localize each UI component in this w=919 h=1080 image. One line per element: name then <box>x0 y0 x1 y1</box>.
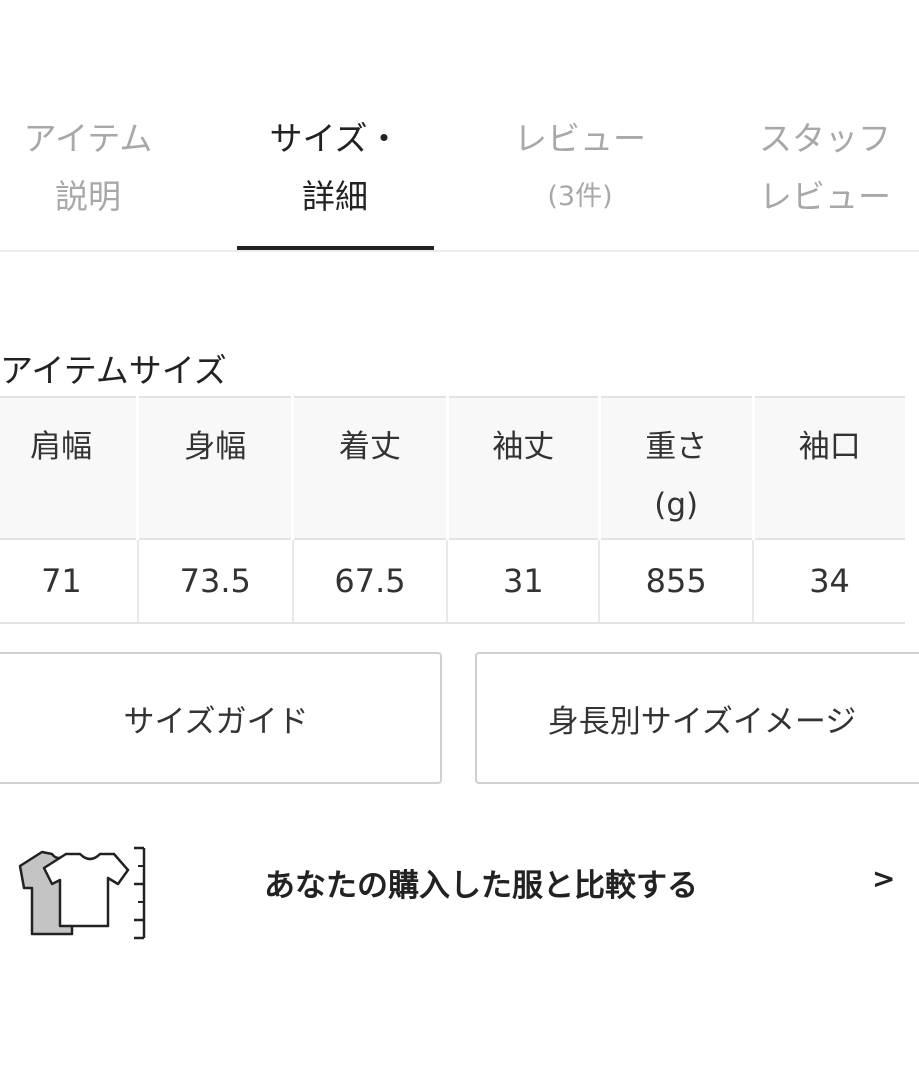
tab-item-description[interactable]: アイテム 説明 <box>18 110 158 226</box>
compare-label: あなたの購入した服と比較する <box>264 868 698 904</box>
compare-with-purchased-link[interactable]: あなたの購入した服と比較する > <box>0 820 919 945</box>
value-sleeve-length: 31 <box>446 539 600 624</box>
size-table-value-row: 71 73.5 67.5 31 855 34 <box>0 539 905 624</box>
tab-reviews-label: レビュー <box>514 119 646 158</box>
header-body-width: 身幅 <box>136 396 293 540</box>
height-size-image-label: 身長別サイズイメージ <box>547 703 857 740</box>
header-length: 着丈 <box>291 396 448 540</box>
t-shirt-compare-icon <box>10 834 150 944</box>
value-cuff: 34 <box>752 539 905 624</box>
tab-item-description-label: アイテム <box>23 119 153 158</box>
header-shoulder-width: 肩幅 <box>0 396 138 540</box>
size-guide-label: サイズガイド <box>123 703 309 740</box>
size-guide-button[interactable]: サイズガイド <box>0 652 442 784</box>
weight-unit: (g) <box>654 487 699 523</box>
tab-staff-reviews-label: スタッフ <box>759 119 891 158</box>
tab-staff-reviews[interactable]: スタッフ レビュー <box>735 110 915 226</box>
value-length: 67.5 <box>291 539 448 624</box>
value-shoulder-width: 71 <box>0 539 138 624</box>
active-tab-indicator <box>237 246 434 250</box>
tab-bar: アイテム 説明 サイズ・ 詳細 レビュー (3件) スタッフ レビュー <box>0 95 919 252</box>
value-weight: 855 <box>598 539 754 624</box>
value-body-width: 73.5 <box>136 539 293 624</box>
tab-size-details-label: サイズ・ <box>269 119 401 158</box>
tab-reviews-count: (3件) <box>547 181 613 212</box>
tab-size-details[interactable]: サイズ・ 詳細 <box>240 110 430 226</box>
tab-staff-reviews-sublabel: レビュー <box>759 177 891 216</box>
size-table-header-row: 肩幅 身幅 着丈 袖丈 重さ (g) 袖口 <box>0 396 905 540</box>
tab-reviews[interactable]: レビュー (3件) <box>485 110 675 226</box>
item-size-table: 肩幅 身幅 着丈 袖丈 重さ (g) 袖口 71 73.5 67.5 31 855… <box>0 396 905 624</box>
header-cuff: 袖口 <box>751 396 905 540</box>
tab-item-description-sublabel: 説明 <box>55 177 121 216</box>
chevron-right-icon: > <box>872 862 896 895</box>
tab-size-details-sublabel: 詳細 <box>302 177 368 216</box>
height-size-image-button[interactable]: 身長別サイズイメージ <box>475 652 919 784</box>
header-sleeve-length: 袖丈 <box>445 396 600 540</box>
header-weight: 重さ (g) <box>597 396 754 540</box>
item-size-title: アイテムサイズ <box>0 351 227 390</box>
